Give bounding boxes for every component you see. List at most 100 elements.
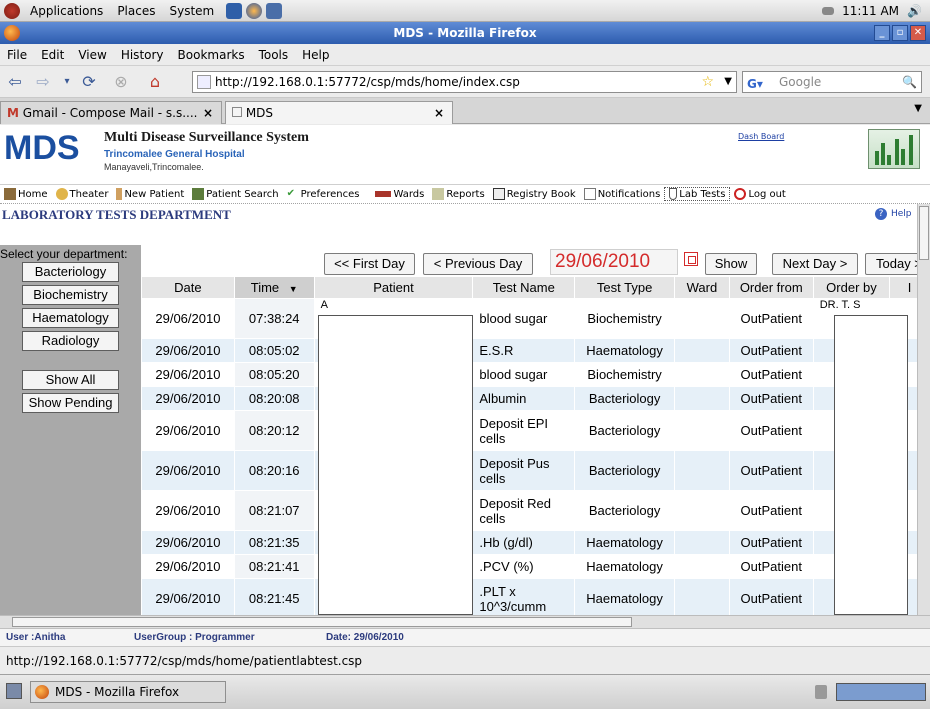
nav-new-patient[interactable]: New Patient	[112, 188, 188, 200]
reload-icon[interactable]: ⟳	[78, 72, 100, 92]
maximize-button[interactable]: ▫	[892, 25, 908, 41]
workspace-switcher[interactable]	[836, 683, 926, 701]
home-icon	[4, 188, 16, 200]
vertical-scroll-thumb[interactable]	[919, 206, 929, 260]
horizontal-scrollbar[interactable]	[0, 615, 930, 628]
table-row[interactable]: 29/06/2010 08:21:41 .PCV (%) Haematology Out…	[141, 554, 930, 579]
minimize-button[interactable]: _	[874, 25, 890, 41]
vertical-scrollbar[interactable]	[917, 204, 930, 615]
dept-bacteriology-button[interactable]: Bacteriology	[22, 262, 119, 282]
search-icon[interactable]: 🔍	[902, 72, 917, 92]
col-ward-header[interactable]: Ward	[674, 276, 730, 299]
bookmark-star-icon[interactable]: ☆	[701, 72, 714, 92]
col-test-type-header[interactable]: Test Type	[574, 276, 676, 299]
tab-close-icon[interactable]: ×	[203, 102, 213, 124]
menu-file[interactable]: File	[0, 48, 34, 62]
menu-tools[interactable]: Tools	[252, 48, 296, 62]
table-row[interactable]: 29/06/2010 08:05:02 E.S.R Haematology OutPat…	[141, 338, 930, 363]
date-input[interactable]: 29/06/2010	[550, 249, 678, 275]
dashboard-link[interactable]: Dash Board	[738, 132, 784, 141]
menu-edit[interactable]: Edit	[34, 48, 71, 62]
site-identity-icon[interactable]	[197, 75, 211, 89]
taskbar-window-button[interactable]: MDS - Mozilla Firefox	[30, 681, 226, 703]
col-order-by-header[interactable]: Order by	[812, 276, 891, 299]
cell-test-name: Albumin	[472, 386, 576, 411]
col-order-from-header[interactable]: Order from	[728, 276, 814, 299]
table-row[interactable]: 29/06/2010 08:05:20 blood sugar Biochemistr…	[141, 362, 930, 387]
help-link[interactable]: ? Help	[875, 208, 912, 220]
cell-order-from: OutPatient	[728, 410, 814, 451]
window-title: MDS - Mozilla Firefox	[393, 26, 537, 40]
show-pending-button[interactable]: Show Pending	[22, 393, 119, 413]
google-engine-icon[interactable]: G▾	[747, 74, 763, 94]
menu-history[interactable]: History	[114, 48, 171, 62]
nav-log-out[interactable]: Log out	[730, 188, 789, 200]
next-day-button[interactable]: Next Day >	[772, 253, 858, 275]
trash-icon[interactable]	[815, 685, 827, 699]
table-row[interactable]: 29/06/2010 08:20:12 Deposit EPI cells Bacte…	[141, 410, 930, 451]
screen-icon[interactable]	[266, 2, 283, 19]
table-row[interactable]: 29/06/2010 08:20:16 Deposit Pus cells Bacte…	[141, 450, 930, 491]
theater-icon	[55, 188, 68, 200]
applications-menu[interactable]: Applications	[26, 4, 107, 18]
table-row[interactable]: 29/06/2010 08:21:35 .Hb (g/dl) Haematology O…	[141, 530, 930, 555]
tab-gmail[interactable]: M Gmail - Compose Mail - s.s.... ×	[0, 101, 222, 124]
url-bar[interactable]: http://192.168.0.1:57772/csp/mds/home/in…	[192, 71, 737, 93]
tab-list-icon[interactable]: ▼	[914, 103, 922, 114]
dept-radiology-button[interactable]: Radiology	[22, 331, 119, 351]
nav-preferences[interactable]: ✔ Preferences	[283, 188, 364, 200]
close-window-button[interactable]: ✕	[910, 25, 926, 41]
table-row[interactable]: 29/06/2010 08:21:07 Deposit Red cells Bacte…	[141, 490, 930, 531]
table-row[interactable]: 29/06/2010 07:38:24 Ablood sugar Biochemist…	[141, 298, 930, 339]
table-row[interactable]: 29/06/2010 08:20:08 Albumin Bacteriology Out…	[141, 386, 930, 411]
nav-lab-tests[interactable]: Lab Tests	[664, 187, 731, 201]
search-input[interactable]: G▾ Google 🔍	[742, 71, 922, 93]
dept-haematology-button[interactable]: Haematology	[22, 308, 119, 328]
menu-bookmarks[interactable]: Bookmarks	[171, 48, 252, 62]
cell-date: 29/06/2010	[141, 490, 235, 531]
first-day-button[interactable]: << First Day	[324, 253, 415, 275]
logout-icon	[734, 188, 747, 200]
nav-theater[interactable]: Theater	[52, 188, 113, 200]
horizontal-scroll-thumb[interactable]	[12, 617, 632, 627]
volume-icon[interactable]: 🔊	[907, 4, 922, 18]
site-navigation: Home Theater New Patient Patient Search …	[0, 184, 930, 204]
system-menu[interactable]: System	[165, 4, 218, 18]
cell-date: 29/06/2010	[141, 410, 235, 451]
cell-test-type: Bacteriology	[574, 386, 676, 411]
nav-home[interactable]: Home	[0, 188, 52, 200]
nav-registry-book[interactable]: Registry Book	[489, 188, 580, 200]
col-patient-header[interactable]: Patient	[313, 276, 474, 299]
places-menu[interactable]: Places	[113, 4, 159, 18]
cell-time: 08:20:08	[233, 386, 315, 411]
nav-notifications[interactable]: Notifications	[580, 188, 665, 200]
history-dropdown-icon[interactable]: ▾	[56, 72, 78, 92]
tab-close-icon[interactable]: ×	[434, 102, 444, 124]
back-arrow-icon[interactable]: ⇦	[4, 72, 26, 92]
nav-wards[interactable]: Wards	[371, 189, 428, 200]
stop-icon[interactable]: ⊗	[110, 72, 132, 92]
forward-arrow-icon[interactable]: ⇨	[32, 72, 54, 92]
cell-test-type: Biochemistry	[574, 298, 676, 339]
menu-view[interactable]: View	[71, 48, 113, 62]
network-icon[interactable]	[226, 2, 243, 19]
show-button[interactable]: Show	[705, 253, 757, 275]
show-all-button[interactable]: Show All	[22, 370, 119, 390]
firefox-launcher-icon[interactable]	[246, 2, 263, 19]
url-dropdown-icon[interactable]: ▼	[724, 72, 732, 92]
clock[interactable]: 11:11 AM	[842, 4, 899, 18]
nav-patient-search[interactable]: Patient Search	[188, 188, 282, 200]
menu-help[interactable]: Help	[295, 48, 336, 62]
home-page-icon[interactable]: ⌂	[144, 72, 166, 92]
nav-reports[interactable]: Reports	[428, 188, 488, 200]
previous-day-button[interactable]: < Previous Day	[423, 253, 533, 275]
tab-mds[interactable]: MDS ×	[225, 101, 453, 124]
col-test-name-header[interactable]: Test Name	[472, 276, 576, 299]
dept-biochemistry-button[interactable]: Biochemistry	[22, 285, 119, 305]
cell-test-name: blood sugar	[472, 362, 576, 387]
show-desktop-icon[interactable]	[6, 683, 22, 699]
calendar-icon[interactable]	[684, 252, 698, 266]
table-row[interactable]: 29/06/2010 08:21:45 .PLT x 10^3/cumm Haemat…	[141, 578, 930, 615]
col-time-header[interactable]: Time ▼	[233, 276, 315, 299]
col-date-header[interactable]: Date	[141, 276, 235, 299]
